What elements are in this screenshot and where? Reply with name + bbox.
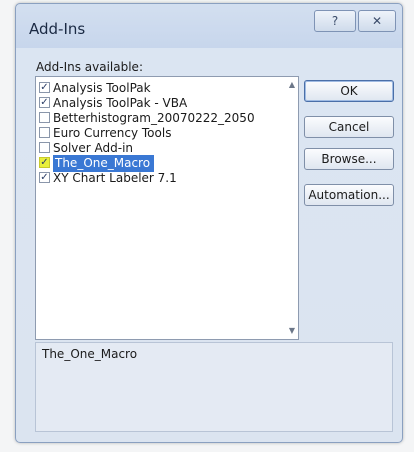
automation-button[interactable]: Automation... [304,184,394,206]
description-text: The_One_Macro [42,347,138,361]
checkbox[interactable] [39,142,50,153]
scroll-up-icon[interactable]: ▲ [286,79,298,91]
checkbox[interactable]: ✓ [39,172,50,183]
checkbox[interactable] [39,112,50,123]
check-icon: ✓ [40,97,49,108]
add-ins-available-label: Add-Ins available: [36,60,143,74]
add-ins-listbox[interactable]: ▲ ▼ ✓ Analysis ToolPak ✓ Analysis ToolPa… [35,76,299,340]
help-icon: ? [331,14,339,28]
checkbox[interactable]: ✓ [39,157,50,168]
browse-button[interactable]: Browse... [304,148,394,170]
check-icon: ✓ [40,82,49,93]
cancel-button[interactable]: Cancel [304,116,394,138]
checkbox[interactable] [39,127,50,138]
list-item-label: XY Chart Labeler 7.1 [53,171,177,185]
title-bar: Add-Ins ? ✕ [16,4,402,48]
check-icon: ✓ [40,172,49,183]
close-icon: ✕ [371,14,383,28]
list-scrollbar[interactable] [285,77,298,339]
list-item[interactable]: ✓ XY Chart Labeler 7.1 [36,170,284,187]
dialog-title: Add-Ins [29,20,86,38]
checkbox[interactable]: ✓ [39,97,50,108]
checkbox[interactable]: ✓ [39,82,50,93]
ok-button[interactable]: OK [304,80,394,102]
description-panel: The_One_Macro [35,342,393,432]
help-button[interactable]: ? [314,10,356,32]
scroll-down-icon[interactable]: ▼ [286,325,298,337]
close-button[interactable]: ✕ [358,10,396,32]
check-icon: ✓ [40,157,49,168]
